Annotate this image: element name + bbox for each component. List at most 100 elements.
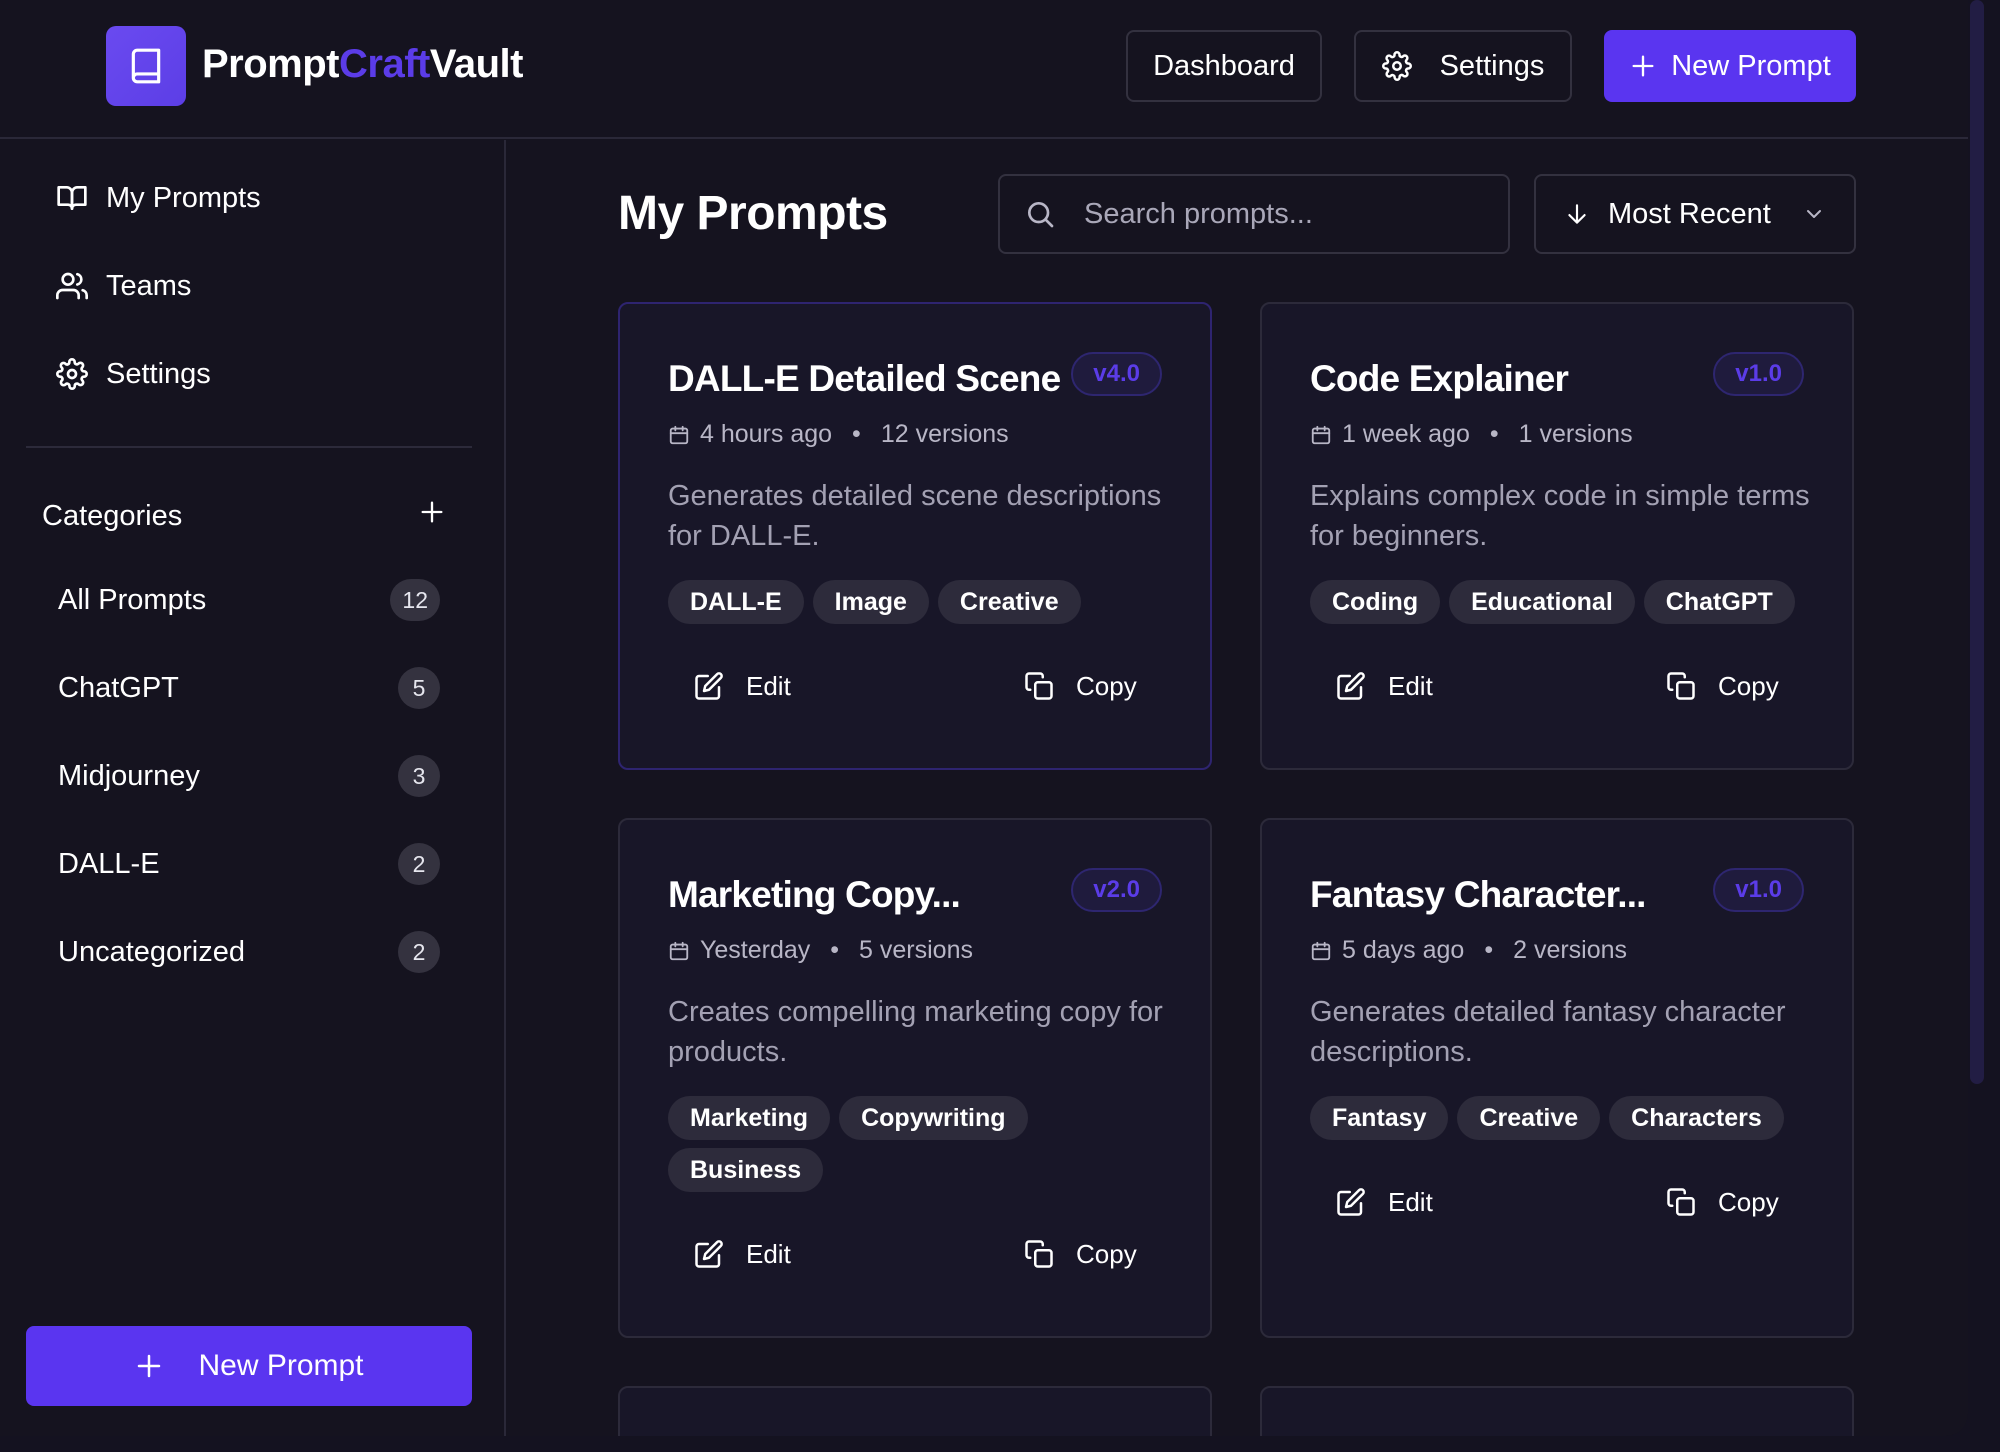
copy-icon [1024, 1239, 1054, 1269]
copy-button[interactable]: Copy [1024, 1234, 1137, 1274]
tag[interactable]: Coding [1310, 580, 1441, 624]
card-meta: 5 days ago • 2 versions [1310, 936, 1627, 965]
card-title: DALL-E Detailed Scene [668, 358, 1061, 399]
card-tags: Marketing Copywriting Business [668, 1096, 1068, 1192]
edit-icon [694, 671, 724, 701]
brand-name[interactable]: Prompt Craft Vault [202, 42, 523, 87]
card-tags: Fantasy Creative Characters [1310, 1096, 1820, 1140]
copy-label: Copy [1076, 670, 1137, 701]
sort-dropdown[interactable]: Most Recent [1534, 174, 1856, 254]
edit-button[interactable]: Edit [1336, 1182, 1433, 1222]
tag[interactable]: Fantasy [1310, 1096, 1449, 1140]
category-chatgpt[interactable]: ChatGPT 5 [58, 667, 440, 709]
tag[interactable]: Copywriting [839, 1096, 1028, 1140]
search-box[interactable] [998, 174, 1510, 254]
category-midjourney[interactable]: Midjourney 3 [58, 755, 440, 797]
prompt-card[interactable] [618, 1386, 1212, 1436]
calendar-icon [1310, 940, 1332, 962]
card-description: Explains complex code in simple terms fo… [1310, 480, 1810, 552]
page-title: My Prompts [618, 187, 888, 240]
settings-label: Settings [1439, 49, 1545, 82]
sort-label: Most Recent [1608, 197, 1771, 230]
book-open-icon [56, 182, 92, 214]
gear-icon [56, 358, 92, 390]
category-count: 5 [398, 667, 440, 709]
card-meta: 1 week ago • 1 versions [1310, 420, 1633, 449]
category-count: 2 [398, 931, 440, 973]
card-time: 5 days ago [1342, 936, 1465, 964]
brand-part-2: Craft [339, 42, 430, 86]
edit-button[interactable]: Edit [694, 1234, 791, 1274]
prompt-card[interactable]: DALL-E Detailed Scene v4.0 4 hours ago •… [618, 302, 1212, 770]
top-header: Prompt Craft Vault Dashboard Settings New … [0, 0, 1968, 139]
edit-icon [694, 1239, 724, 1269]
tag[interactable]: DALL-E [668, 580, 804, 624]
sidebar-item-settings[interactable]: Settings [56, 354, 211, 394]
tag[interactable]: Creative [1457, 1096, 1601, 1140]
prompt-card[interactable] [1260, 1386, 1854, 1436]
tag[interactable]: Educational [1449, 580, 1635, 624]
edit-label: Edit [1388, 1186, 1433, 1217]
version-badge: v1.0 [1713, 352, 1804, 396]
card-title: Code Explainer [1310, 358, 1569, 399]
tag[interactable]: ChatGPT [1643, 580, 1795, 624]
dashboard-label: Dashboard [1153, 49, 1295, 82]
edit-label: Edit [746, 1238, 791, 1269]
search-input[interactable] [1084, 197, 1464, 231]
edit-label: Edit [1388, 670, 1433, 701]
category-label: DALL-E [58, 847, 160, 880]
category-label: Uncategorized [58, 935, 245, 968]
edit-button[interactable]: Edit [694, 666, 791, 706]
card-time: 1 week ago [1342, 420, 1470, 448]
sidebar-new-prompt-button[interactable]: New Prompt [26, 1326, 472, 1406]
version-badge: v2.0 [1071, 868, 1162, 912]
category-label: All Prompts [58, 583, 207, 616]
new-prompt-button[interactable]: New Prompt [1604, 30, 1856, 102]
plus-icon [1629, 52, 1657, 80]
meta-separator: • [1489, 420, 1499, 448]
tag[interactable]: Business [668, 1148, 824, 1192]
category-dall-e[interactable]: DALL-E 2 [58, 843, 440, 885]
tag[interactable]: Image [812, 580, 929, 624]
copy-icon [1666, 1187, 1696, 1217]
category-label: Midjourney [58, 759, 200, 792]
new-prompt-label: New Prompt [1671, 49, 1831, 82]
logo[interactable] [106, 26, 186, 106]
card-tags: Coding Educational ChatGPT [1310, 580, 1820, 624]
dashboard-button[interactable]: Dashboard [1126, 30, 1322, 102]
sidebar-item-label: Settings [106, 357, 211, 390]
copy-button[interactable]: Copy [1666, 666, 1779, 706]
prompt-card[interactable]: Marketing Copy... v2.0 Yesterday • 5 ver… [618, 818, 1212, 1338]
tag[interactable]: Creative [937, 580, 1081, 624]
card-versions: 5 versions [859, 936, 973, 964]
sidebar-divider [26, 446, 472, 448]
plus-icon [134, 1351, 164, 1381]
category-all-prompts[interactable]: All Prompts 12 [58, 579, 440, 621]
scrollbar[interactable] [1970, 0, 1984, 1084]
prompt-card[interactable]: Code Explainer v1.0 1 week ago • 1 versi… [1260, 302, 1854, 770]
tag[interactable]: Marketing [668, 1096, 831, 1140]
category-label: ChatGPT [58, 671, 179, 704]
categories-title: Categories [42, 500, 183, 532]
app-window: Prompt Craft Vault Dashboard Settings New … [0, 0, 1968, 1436]
calendar-icon [668, 940, 690, 962]
copy-icon [1024, 671, 1054, 701]
version-badge: v4.0 [1071, 352, 1162, 396]
edit-button[interactable]: Edit [1336, 666, 1433, 706]
add-category-button[interactable] [418, 498, 446, 526]
sidebar-item-my-prompts[interactable]: My Prompts [56, 178, 261, 218]
brand-part-1: Prompt [202, 42, 340, 86]
settings-button[interactable]: Settings [1354, 30, 1572, 102]
tag[interactable]: Characters [1609, 1096, 1784, 1140]
prompt-card[interactable]: Fantasy Character... v1.0 5 days ago • 2… [1260, 818, 1854, 1338]
sidebar-item-teams[interactable]: Teams [56, 266, 191, 306]
card-meta: 4 hours ago • 12 versions [668, 420, 1009, 449]
card-meta: Yesterday • 5 versions [668, 936, 973, 965]
card-description: Generates detailed fantasy character des… [1310, 996, 1786, 1068]
card-title: Fantasy Character... [1310, 874, 1646, 915]
edit-icon [1336, 1187, 1366, 1217]
copy-button[interactable]: Copy [1666, 1182, 1779, 1222]
category-uncategorized[interactable]: Uncategorized 2 [58, 931, 440, 973]
copy-button[interactable]: Copy [1024, 666, 1137, 706]
book-icon [127, 45, 165, 87]
